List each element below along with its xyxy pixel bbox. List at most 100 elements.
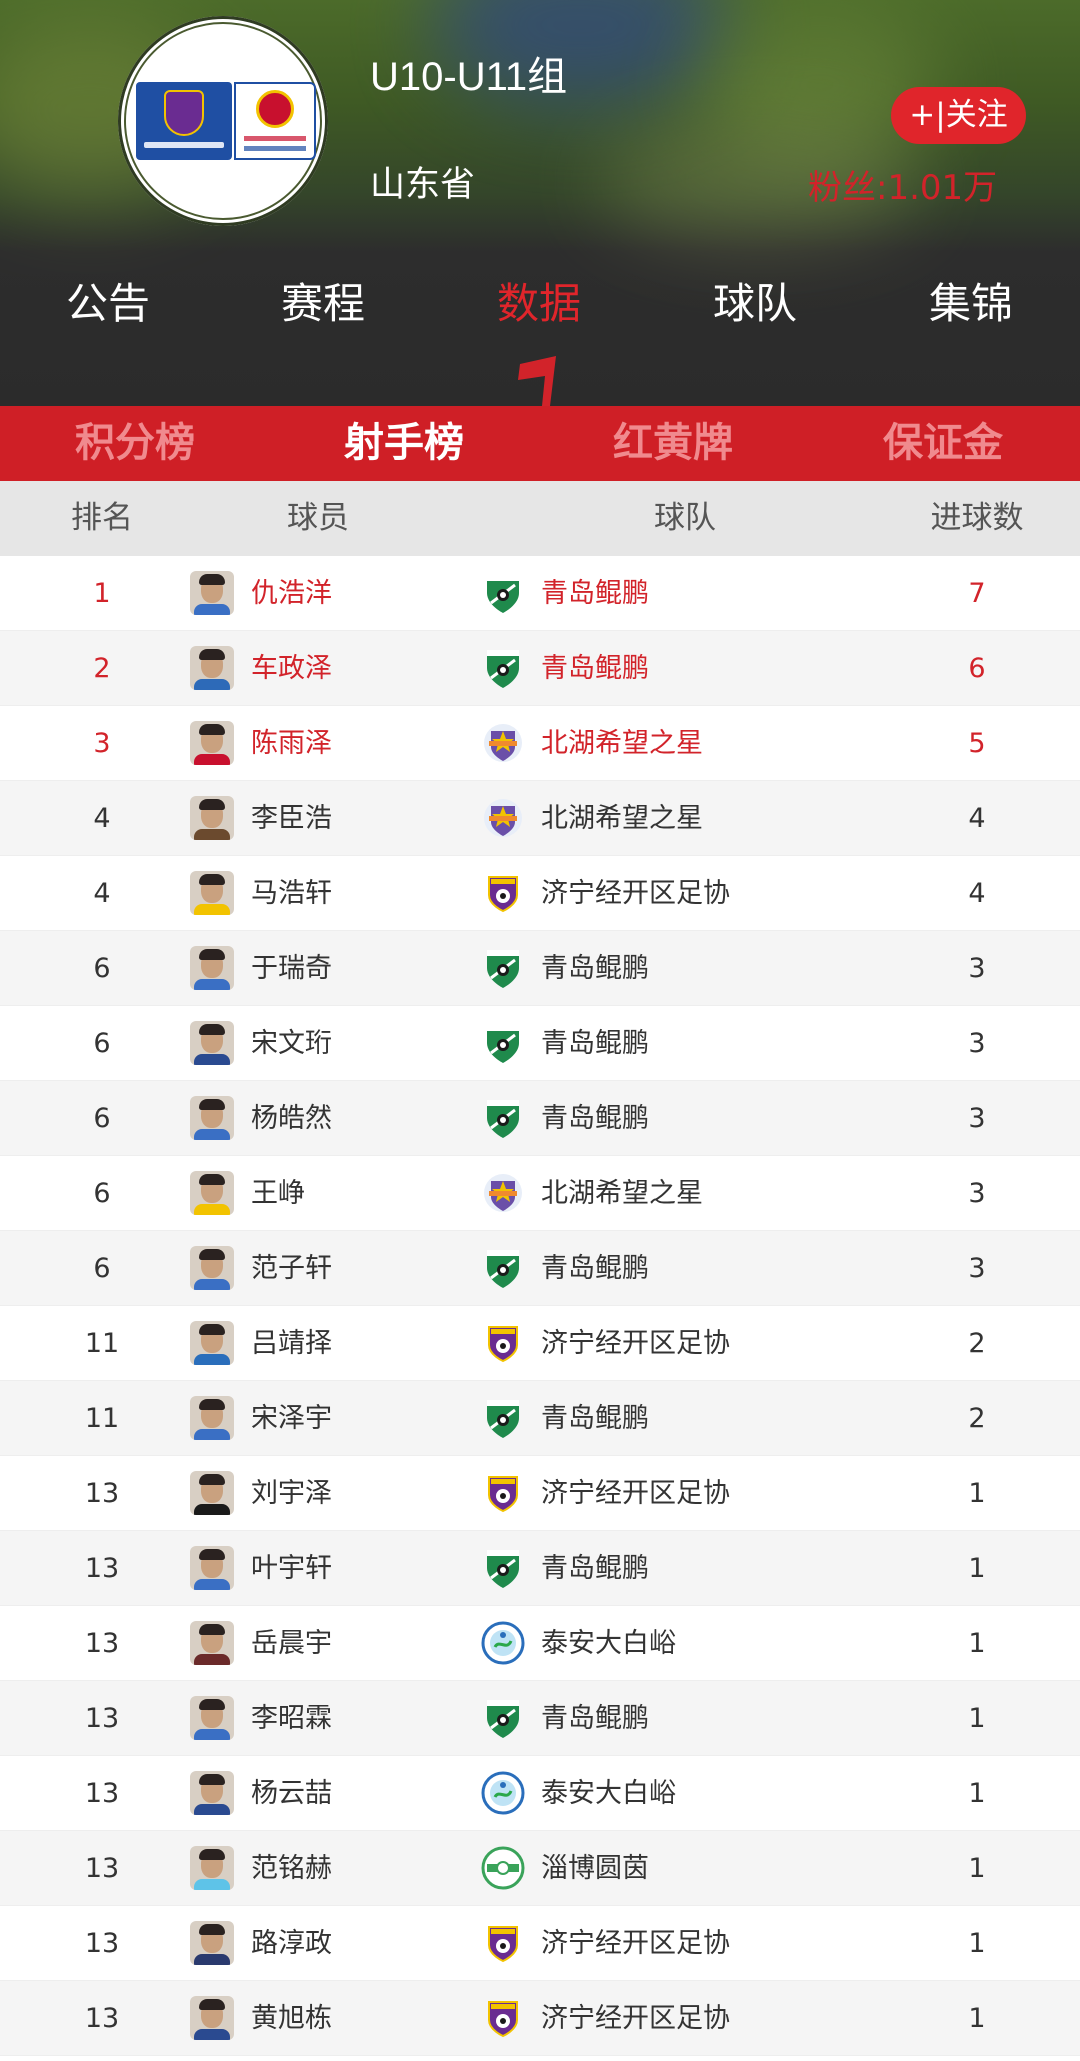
table-row[interactable]: 1 仇浩洋 青岛鲲鹏 7 — [0, 556, 1080, 631]
table-row[interactable]: 13 李昭霖 青岛鲲鹏 1 — [0, 1681, 1080, 1756]
green-shield-logo-icon — [481, 1396, 525, 1440]
column-header-player: 球员 — [287, 500, 349, 536]
team-name[interactable]: 青岛鲲鹏 — [541, 1531, 649, 1606]
team-name[interactable]: 北湖希望之星 — [541, 706, 703, 781]
table-row[interactable]: 6 宋文珩 青岛鲲鹏 3 — [0, 1006, 1080, 1081]
rank-cell: 4 — [93, 878, 111, 909]
goals-cell: 6 — [968, 653, 986, 684]
team-name[interactable]: 青岛鲲鹏 — [541, 1081, 649, 1156]
team-name[interactable]: 济宁经开区足协 — [541, 1981, 730, 2056]
player-name[interactable]: 杨皓然 — [251, 1081, 332, 1156]
player-name[interactable]: 刘宇泽 — [251, 1456, 332, 1531]
table-row[interactable]: 11 吕靖择 济宁经开区足协 2 — [0, 1306, 1080, 1381]
rank-cell: 3 — [93, 728, 111, 759]
tab-data[interactable]: 数据 — [439, 270, 639, 331]
rank-cell: 6 — [93, 953, 111, 984]
table-row[interactable]: 13 叶宇轩 青岛鲲鹏 1 — [0, 1531, 1080, 1606]
team-name[interactable]: 泰安大白峪 — [541, 1606, 676, 1681]
player-avatar — [190, 1021, 234, 1065]
rank-cell: 11 — [84, 1403, 120, 1434]
player-name[interactable]: 陈雨泽 — [251, 706, 332, 781]
team-name[interactable]: 青岛鲲鹏 — [541, 931, 649, 1006]
player-name[interactable]: 吕靖择 — [251, 1306, 332, 1381]
team-name[interactable]: 青岛鲲鹏 — [541, 556, 649, 631]
team-name[interactable]: 济宁经开区足协 — [541, 856, 730, 931]
team-name[interactable]: 青岛鲲鹏 — [541, 1231, 649, 1306]
team-name[interactable]: 青岛鲲鹏 — [541, 1006, 649, 1081]
column-header-team: 球队 — [654, 500, 716, 536]
goals-cell: 3 — [968, 953, 986, 984]
team-name[interactable]: 青岛鲲鹏 — [541, 631, 649, 706]
table-row[interactable]: 6 杨皓然 青岛鲲鹏 3 — [0, 1081, 1080, 1156]
player-name[interactable]: 岳晨宇 — [251, 1606, 332, 1681]
player-name[interactable]: 黄旭栋 — [251, 1981, 332, 2056]
team-name[interactable]: 青岛鲲鹏 — [541, 1681, 649, 1756]
table-row[interactable]: 11 宋泽宇 青岛鲲鹏 2 — [0, 1381, 1080, 1456]
player-name[interactable]: 路淳政 — [251, 1906, 332, 1981]
team-name[interactable]: 泰安大白峪 — [541, 1756, 676, 1831]
player-avatar — [190, 1996, 234, 2040]
player-name[interactable]: 杨云喆 — [251, 1756, 332, 1831]
player-name[interactable]: 仇浩洋 — [251, 556, 332, 631]
team-name[interactable]: 青岛鲲鹏 — [541, 1381, 649, 1456]
table-row[interactable]: 6 范子轩 青岛鲲鹏 3 — [0, 1231, 1080, 1306]
green-shield-logo-icon — [481, 1546, 525, 1590]
player-name[interactable]: 范铭赫 — [251, 1831, 332, 1906]
table-row[interactable]: 4 李臣浩 北湖希望之星 4 — [0, 781, 1080, 856]
player-name[interactable]: 于瑞奇 — [251, 931, 332, 1006]
table-row[interactable]: 13 刘宇泽 济宁经开区足协 1 — [0, 1456, 1080, 1531]
tab-highlights[interactable]: 集锦 — [871, 270, 1071, 331]
goals-cell: 3 — [968, 1253, 986, 1284]
table-row[interactable]: 6 于瑞奇 青岛鲲鹏 3 — [0, 931, 1080, 1006]
table-row[interactable]: 13 岳晨宇 泰安大白峪 1 — [0, 1606, 1080, 1681]
table-row[interactable]: 13 范铭赫 淄博圆茵 1 — [0, 1831, 1080, 1906]
player-avatar — [190, 1096, 234, 1140]
main-nav: 公告 赛程 数据 球队 集锦 — [0, 270, 1080, 340]
goals-cell: 1 — [968, 1703, 986, 1734]
rank-cell: 13 — [84, 1703, 120, 1734]
team-name[interactable]: 济宁经开区足协 — [541, 1456, 730, 1531]
table-row[interactable]: 6 王峥 北湖希望之星 3 — [0, 1156, 1080, 1231]
player-name[interactable]: 车政泽 — [251, 631, 332, 706]
subtab-cards[interactable]: 红黄牌 — [558, 406, 788, 481]
table-row[interactable]: 3 陈雨泽 北湖希望之星 5 — [0, 706, 1080, 781]
table-row[interactable]: 13 杨云喆 泰安大白峪 1 — [0, 1756, 1080, 1831]
tab-schedule[interactable]: 赛程 — [223, 270, 423, 331]
team-name[interactable]: 济宁经开区足协 — [541, 1906, 730, 1981]
team-name[interactable]: 济宁经开区足协 — [541, 1306, 730, 1381]
tab-announcements[interactable]: 公告 — [8, 270, 208, 331]
goals-cell: 3 — [968, 1028, 986, 1059]
table-row[interactable]: 13 路淳政 济宁经开区足协 1 — [0, 1906, 1080, 1981]
player-name[interactable]: 王峥 — [251, 1156, 305, 1231]
table-row[interactable]: 13 黄旭栋 济宁经开区足协 1 — [0, 1981, 1080, 2056]
subtab-standings[interactable]: 积分榜 — [20, 406, 250, 481]
column-header-rank: 排名 — [71, 500, 133, 536]
rank-cell: 6 — [93, 1103, 111, 1134]
player-avatar — [190, 1696, 234, 1740]
table-row[interactable]: 4 马浩轩 济宁经开区足协 4 — [0, 856, 1080, 931]
player-name[interactable]: 宋文珩 — [251, 1006, 332, 1081]
tab-teams[interactable]: 球队 — [655, 270, 855, 331]
scorers-table: 1 仇浩洋 青岛鲲鹏 7 2 车政泽 青岛鲲鹏 6 3 陈雨泽 北湖希望之星 5 4 李臣浩 北湖希望之星 4… — [0, 556, 1080, 2056]
team-name[interactable]: 淄博圆茵 — [541, 1831, 649, 1906]
stats-subtabs: 积分榜 射手榜 红黄牌 保证金 — [0, 406, 1080, 481]
league-province: 山东省 — [370, 165, 476, 205]
subtab-top-scorers[interactable]: 射手榜 — [289, 406, 519, 481]
rank-cell: 13 — [84, 1928, 120, 1959]
team-name[interactable]: 北湖希望之星 — [541, 1156, 703, 1231]
player-name[interactable]: 马浩轩 — [251, 856, 332, 931]
goals-cell: 1 — [968, 1778, 986, 1809]
goals-cell: 3 — [968, 1178, 986, 1209]
rank-cell: 13 — [84, 1778, 120, 1809]
goals-cell: 2 — [968, 1403, 986, 1434]
player-name[interactable]: 叶宇轩 — [251, 1531, 332, 1606]
player-name[interactable]: 李昭霖 — [251, 1681, 332, 1756]
table-row[interactable]: 2 车政泽 青岛鲲鹏 6 — [0, 631, 1080, 706]
player-name[interactable]: 李臣浩 — [251, 781, 332, 856]
player-name[interactable]: 宋泽宇 — [251, 1381, 332, 1456]
player-name[interactable]: 范子轩 — [251, 1231, 332, 1306]
subtab-deposit[interactable]: 保证金 — [828, 406, 1058, 481]
green-shield-logo-icon — [481, 1096, 525, 1140]
team-name[interactable]: 北湖希望之星 — [541, 781, 703, 856]
follow-button[interactable]: +|关注 — [891, 87, 1026, 144]
